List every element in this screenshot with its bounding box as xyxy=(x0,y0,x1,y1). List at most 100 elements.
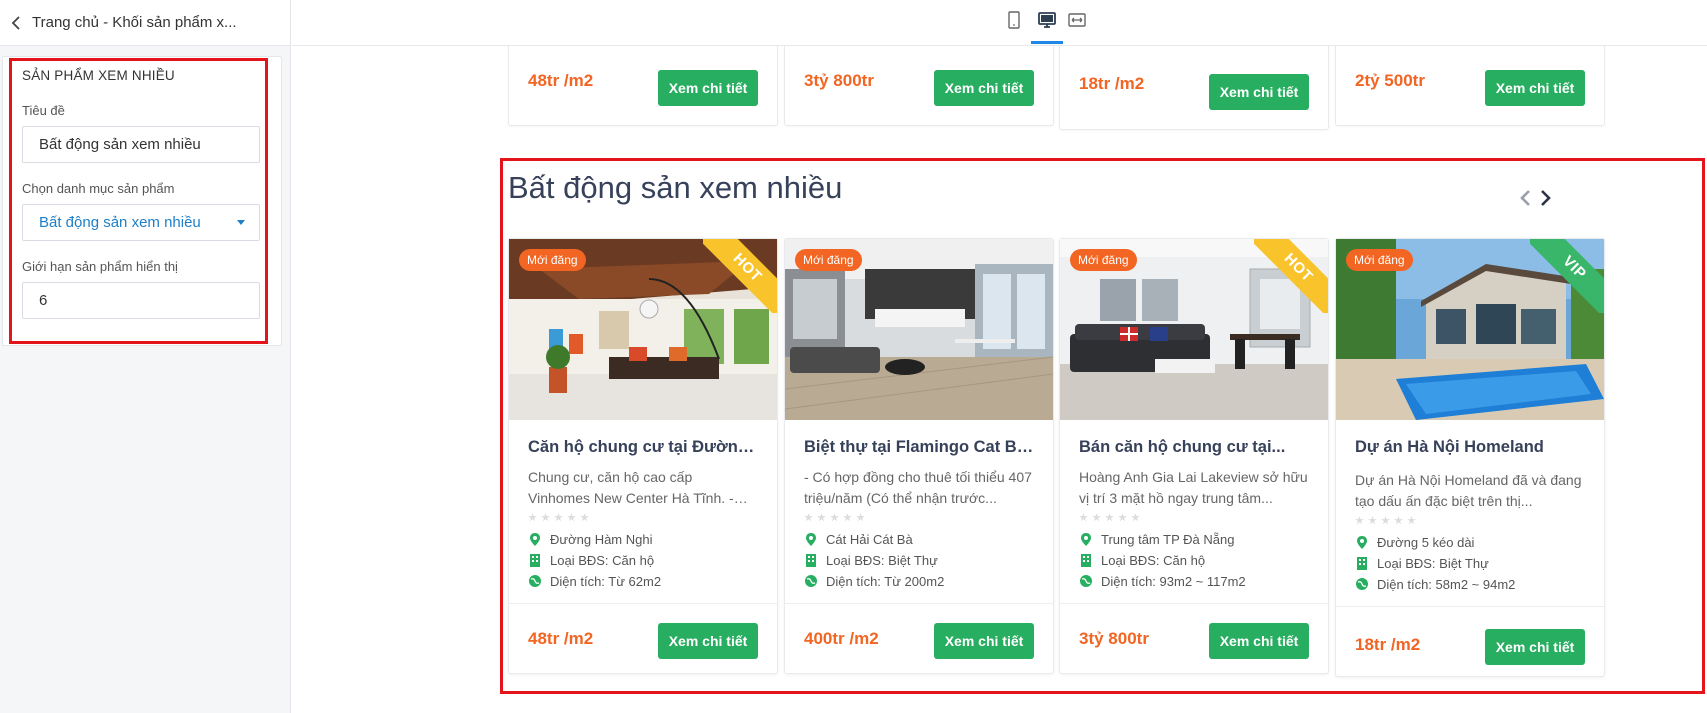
product-card[interactable]: Mới đăng HOT Căn hộ chung cư tại Đường..… xyxy=(508,238,778,674)
view-detail-button[interactable]: Xem chi tiết xyxy=(1209,623,1309,659)
view-detail-button[interactable]: Xem chi tiết xyxy=(934,623,1034,659)
view-detail-button[interactable]: Xem chi tiết xyxy=(1209,74,1309,110)
editor-sidebar: Trang chủ - Khối sản phẩm x... SẢN PHẨM … xyxy=(0,0,291,713)
price: 3tỷ 800tr xyxy=(1079,629,1149,648)
chevron-left-icon xyxy=(1520,190,1530,206)
section-title: Bất động sản xem nhiều xyxy=(508,170,843,205)
preview-canvas: 48tr /m2 Xem chi tiết 3tỷ 800tr Xem chi … xyxy=(292,46,1707,713)
prev-card: 18tr /m2 Xem chi tiết xyxy=(1059,46,1329,130)
building-icon xyxy=(1079,553,1093,567)
section-heading: SẢN PHẨM XEM NHIỀU xyxy=(22,68,175,83)
type-text: Loại BĐS: Căn hộ xyxy=(550,552,655,568)
sidebar-header: Trang chủ - Khối sản phẩm x... xyxy=(0,0,290,46)
type-text: Loại BĐS: Biệt Thự xyxy=(1377,555,1489,571)
location-row: Đường Hàm Nghi xyxy=(528,531,758,547)
location-text: Đường Hàm Nghi xyxy=(550,531,653,547)
card-title[interactable]: Dự án Hà Nội Homeland xyxy=(1355,436,1585,458)
card-description: - Có hợp đồng cho thuê tối thiểu 407 tri… xyxy=(804,469,1032,506)
back-button[interactable] xyxy=(6,13,26,33)
limit-input[interactable]: 6 xyxy=(22,282,260,319)
view-detail-button[interactable]: Xem chi tiết xyxy=(658,70,758,106)
hot-ribbon: HOT xyxy=(1254,239,1328,313)
map-pin-icon xyxy=(804,532,818,546)
star-icon xyxy=(1368,516,1377,525)
product-image[interactable]: Mới đăng xyxy=(785,239,1053,420)
card-title[interactable]: Biệt thự tại Flamingo Cat Ba... xyxy=(804,436,1034,458)
rating-stars xyxy=(804,513,1034,523)
star-icon xyxy=(1092,513,1101,522)
product-image[interactable]: Mới đăng VIP xyxy=(1336,239,1604,420)
star-icon xyxy=(1105,513,1114,522)
title-field-label: Tiêu đề xyxy=(22,103,65,118)
map-pin-icon xyxy=(1079,532,1093,546)
carousel-prev-button[interactable] xyxy=(1515,184,1535,212)
globe-icon xyxy=(528,574,542,588)
rating-stars xyxy=(1355,516,1585,526)
type-row: Loại BĐS: Căn hộ xyxy=(528,552,758,568)
area-row: Diện tích: Từ 200m2 xyxy=(804,573,1034,589)
card-description: Hoàng Anh Gia Lai Lakeview sở hữu vị trí… xyxy=(1079,469,1308,506)
type-row: Loại BĐS: Biệt Thự xyxy=(804,552,1034,568)
star-icon xyxy=(1355,516,1364,525)
mobile-icon xyxy=(1008,11,1020,29)
type-row: Loại BĐS: Biệt Thự xyxy=(1355,555,1585,571)
product-card[interactable]: Mới đăng Biệt thự tại Flamingo Cat Ba...… xyxy=(784,238,1054,674)
area-text: Diện tích: 93m2 ~ 117m2 xyxy=(1101,573,1246,589)
card-body: Biệt thự tại Flamingo Cat Ba... - Có hợp… xyxy=(785,420,1053,589)
device-toolbar xyxy=(292,0,1707,46)
prev-card: 48tr /m2 Xem chi tiết xyxy=(508,46,778,126)
type-text: Loại BĐS: Biệt Thự xyxy=(826,552,938,568)
view-detail-button[interactable]: Xem chi tiết xyxy=(1485,70,1585,106)
new-badge: Mới đăng xyxy=(795,249,862,271)
area-text: Diện tích: 58m2 ~ 94m2 xyxy=(1377,576,1516,592)
building-icon xyxy=(1355,556,1369,570)
desktop-view-button[interactable] xyxy=(1035,8,1059,32)
star-icon xyxy=(1131,513,1140,522)
product-card[interactable]: Mới đăng HOT Bán căn hộ chung cư tại... … xyxy=(1059,238,1329,674)
price: 2tỷ 500tr xyxy=(1355,71,1425,90)
view-detail-button[interactable]: Xem chi tiết xyxy=(658,623,758,659)
fullwidth-view-button[interactable] xyxy=(1065,8,1089,32)
card-description: Chung cư, căn hộ cao cấp Vinhomes New Ce… xyxy=(528,469,734,506)
product-image[interactable]: Mới đăng HOT xyxy=(1060,239,1328,420)
card-footer: 48tr /m2 Xem chi tiết xyxy=(509,603,777,673)
carousel-next-button[interactable] xyxy=(1536,184,1556,212)
prev-card: 2tỷ 500tr Xem chi tiết xyxy=(1335,46,1605,126)
price: 48tr /m2 xyxy=(528,71,594,90)
hot-ribbon: HOT xyxy=(703,239,777,313)
view-detail-button[interactable]: Xem chi tiết xyxy=(1485,629,1585,665)
area-row: Diện tích: 93m2 ~ 117m2 xyxy=(1079,573,1309,589)
category-select[interactable]: Bất động sản xem nhiều xyxy=(22,204,260,241)
title-input[interactable]: Bất động sản xem nhiều xyxy=(22,126,260,163)
limit-field-label: Giới hạn sản phẩm hiển thị xyxy=(22,259,178,274)
category-select-value: Bất động sản xem nhiều xyxy=(39,214,201,231)
star-icon xyxy=(580,513,589,522)
type-row: Loại BĐS: Căn hộ xyxy=(1079,553,1309,568)
star-icon xyxy=(856,513,865,522)
location-row: Cát Hải Cát Bà xyxy=(804,532,1034,547)
star-icon xyxy=(1118,513,1127,522)
star-icon xyxy=(528,513,537,522)
card-body: Dự án Hà Nội Homeland Dự án Hà Nội Homel… xyxy=(1336,420,1604,592)
card-title[interactable]: Bán căn hộ chung cư tại... xyxy=(1079,436,1309,458)
chevron-left-icon xyxy=(11,15,20,30)
map-pin-icon xyxy=(528,532,542,546)
star-icon xyxy=(554,513,563,522)
area-text: Diện tích: Từ 200m2 xyxy=(826,573,945,589)
view-detail-button[interactable]: Xem chi tiết xyxy=(934,70,1034,106)
product-card[interactable]: Mới đăng VIP Dự án Hà Nội Homeland Dự án… xyxy=(1335,238,1605,677)
building-icon xyxy=(528,553,542,567)
price: 400tr /m2 xyxy=(804,629,879,648)
star-icon xyxy=(843,513,852,522)
star-icon xyxy=(804,513,813,522)
caret-down-icon xyxy=(237,220,245,225)
sidebar-title: Trang chủ - Khối sản phẩm x... xyxy=(32,14,237,31)
mobile-view-button[interactable] xyxy=(1002,8,1026,32)
product-image[interactable]: Mới đăng HOT xyxy=(509,239,777,420)
fullwidth-icon xyxy=(1068,13,1086,27)
card-description: Dự án Hà Nội Homeland đã và đang tạo dấu… xyxy=(1355,472,1582,509)
card-title[interactable]: Căn hộ chung cư tại Đường... xyxy=(528,436,758,458)
card-footer: 18tr /m2 Xem chi tiết xyxy=(1336,606,1604,676)
new-badge: Mới đăng xyxy=(519,249,586,271)
location-row: Đường 5 kéo dài xyxy=(1355,535,1585,550)
